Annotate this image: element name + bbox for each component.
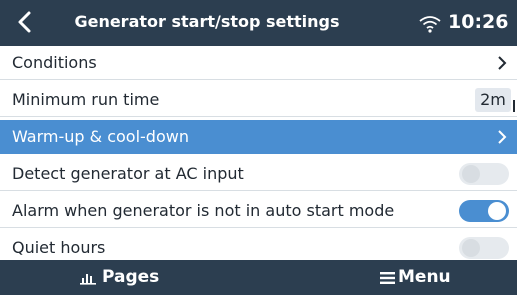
row-detect-generator: Detect generator at AC input [0,157,517,191]
row-label: Alarm when generator is not in auto star… [12,201,395,220]
row-label: Quiet hours [12,238,106,257]
toggle-knob [462,165,480,183]
quiet-hours-toggle[interactable] [459,237,509,259]
screen: Generator start/stop settings 10:26 Cond… [0,0,517,295]
row-minimum-run-time[interactable]: Minimum run time 2m [0,83,517,117]
row-label: Conditions [12,53,97,72]
settings-list: Conditions Minimum run time 2m Warm-up &… [0,46,517,268]
menu-label: Menu [398,267,451,287]
edit-edge [513,100,515,112]
pages-label: Pages [102,267,160,287]
row-label: Detect generator at AC input [12,164,244,183]
minimum-run-time-value[interactable]: 2m [475,88,515,112]
chevron-right-icon [498,130,507,144]
row-conditions[interactable]: Conditions [0,46,517,80]
chevron-right-icon [498,56,507,70]
toggle-knob [462,239,480,257]
bar-chart-icon [80,274,96,285]
row-warm-up-cool-down[interactable]: Warm-up & cool-down [0,120,517,154]
header-bar: Generator start/stop settings 10:26 [0,0,517,46]
row-label: Warm-up & cool-down [12,127,189,146]
pages-button[interactable]: Pages [80,260,190,295]
toggle-knob [488,202,506,220]
value-text: 2m [480,90,506,109]
row-label: Minimum run time [12,90,160,109]
detect-generator-toggle[interactable] [459,163,509,185]
hamburger-icon [380,272,395,284]
menu-button[interactable]: Menu [380,260,490,295]
alarm-auto-start-toggle[interactable] [459,200,509,222]
footer-bar: Pages Menu [0,260,517,295]
wifi-icon [419,16,441,33]
page-title: Generator start/stop settings [74,12,340,31]
clock: 10:26 [448,11,509,33]
row-alarm-auto-start: Alarm when generator is not in auto star… [0,194,517,228]
